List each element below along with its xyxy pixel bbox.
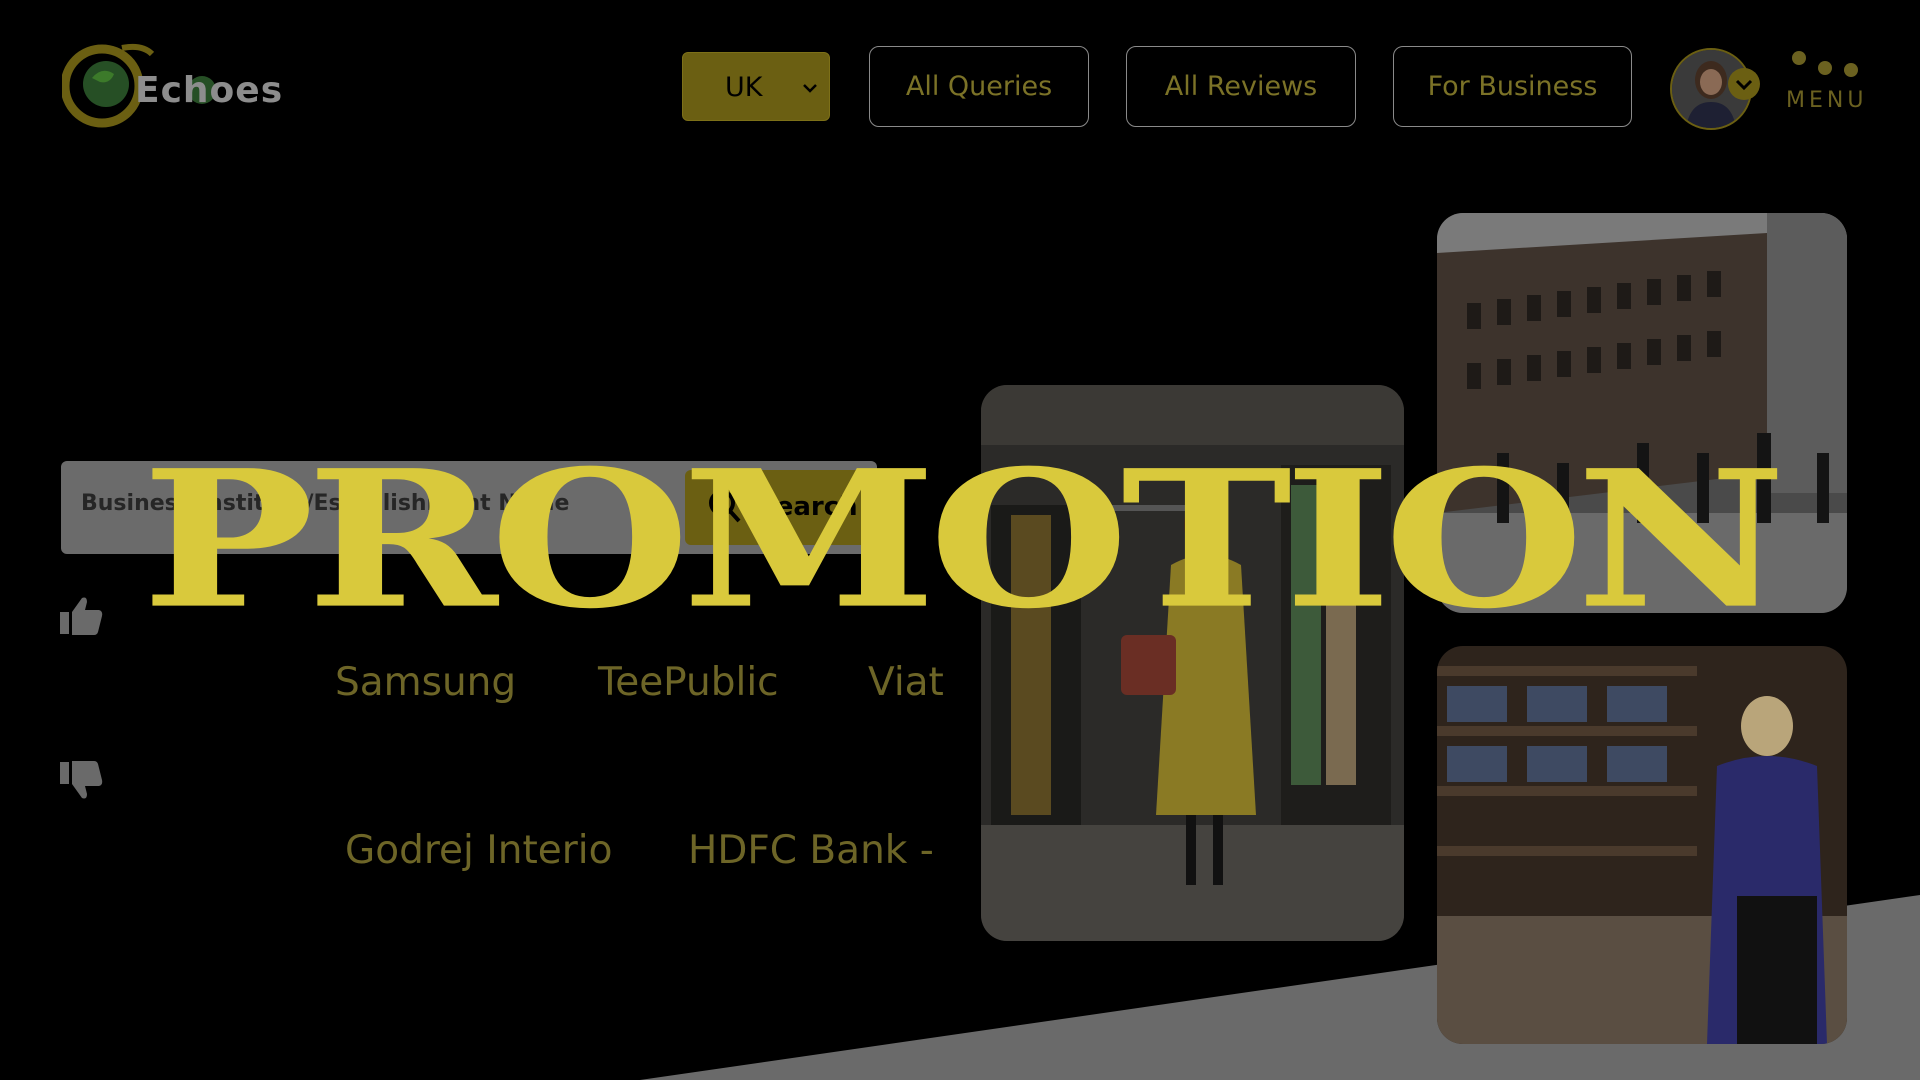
chevron-down-icon (1735, 79, 1753, 91)
business-link[interactable]: Samsung (335, 660, 516, 705)
business-link[interactable]: Viat (868, 660, 944, 705)
country-select-value: UK (725, 72, 763, 103)
country-select[interactable]: UK (682, 52, 830, 121)
business-link[interactable]: Godrej Interio (345, 828, 612, 873)
menu-label[interactable]: MENU (1786, 88, 1867, 113)
all-queries-button[interactable]: All Queries (869, 46, 1089, 127)
menu-dots-icon[interactable] (1788, 50, 1868, 86)
business-link[interactable]: HDFC Bank - (688, 828, 934, 873)
chevron-down-icon (803, 84, 817, 93)
all-reviews-button[interactable]: All Reviews (1126, 46, 1356, 127)
promotion-overlay-title: PROMOTION (141, 429, 1787, 651)
brand-name[interactable]: Echoes (135, 70, 283, 111)
page: Echoes UK All Queries All Reviews For Bu… (0, 0, 1920, 1080)
clothing-store-photo (1437, 646, 1847, 1044)
for-business-button[interactable]: For Business (1393, 46, 1632, 127)
thumbs-down-icon (60, 761, 103, 799)
avatar-dropdown-toggle[interactable] (1728, 68, 1760, 100)
business-link[interactable]: TeePublic (598, 660, 779, 705)
